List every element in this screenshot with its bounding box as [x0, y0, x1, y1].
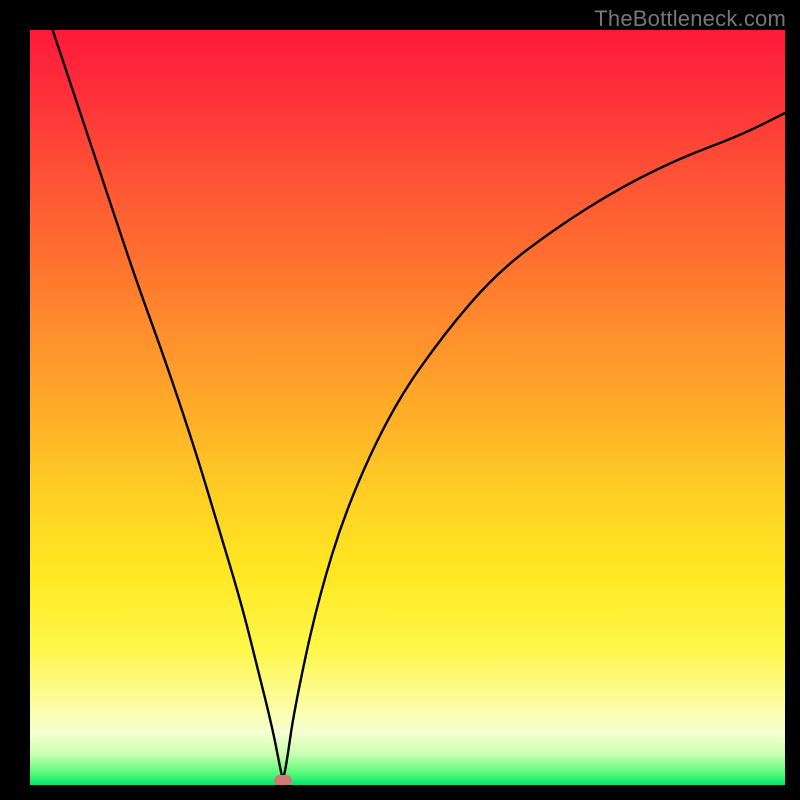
watermark-text: TheBottleneck.com	[594, 6, 786, 32]
min-point-marker	[274, 775, 292, 785]
chart-area	[30, 30, 785, 785]
gradient-background	[30, 30, 785, 785]
